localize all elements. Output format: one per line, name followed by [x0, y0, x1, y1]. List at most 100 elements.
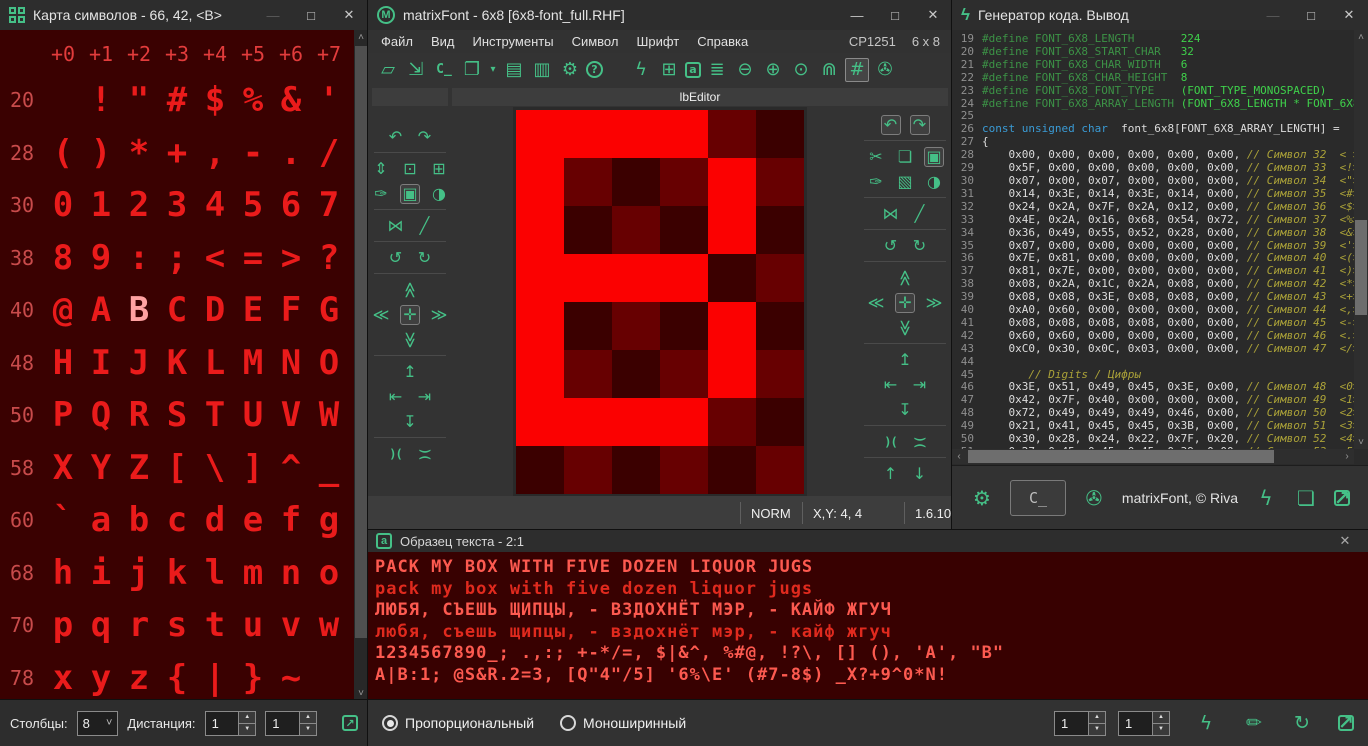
stepper-down-icon[interactable]: ▼ — [1089, 724, 1105, 735]
invert-icon[interactable]: ◑ — [429, 184, 449, 204]
edit-sample-pencil-icon[interactable]: ✏ — [1242, 711, 1266, 735]
charmap-cell[interactable]: ^ — [272, 451, 310, 485]
charmap-cell[interactable]: % — [234, 83, 272, 117]
move-icon[interactable]: ✛ — [895, 293, 915, 313]
charmap-cell[interactable]: x — [44, 661, 82, 695]
close-button[interactable]: ✕ — [914, 0, 952, 30]
close-button[interactable]: ✕ — [330, 0, 368, 30]
export-code-icon[interactable]: ↗ — [1334, 490, 1350, 506]
charmap-cell[interactable]: 7 — [310, 188, 348, 222]
charmap-cell[interactable]: n — [272, 556, 310, 590]
charmap-cell[interactable]: f — [272, 503, 310, 537]
pixel-cell[interactable] — [516, 350, 564, 398]
charmap-cell[interactable]: ~ — [272, 661, 310, 695]
snap-right-icon[interactable]: ⇥ — [415, 387, 435, 407]
charmap-cell[interactable]: Y — [82, 451, 120, 485]
pixel-cell[interactable] — [756, 446, 804, 494]
charmap-cell[interactable]: @ — [44, 293, 82, 327]
charmap-cell[interactable]: O — [310, 346, 348, 380]
shift-down-chevron-icon[interactable]: ≫ — [400, 330, 420, 350]
stepper-up-icon[interactable]: ▲ — [1089, 712, 1105, 724]
charmap-cell[interactable]: 4 — [196, 188, 234, 222]
pixel-cell[interactable] — [612, 158, 660, 206]
charmap-cell[interactable]: [ — [158, 451, 196, 485]
pixel-cell[interactable] — [516, 398, 564, 446]
pixel-cell[interactable] — [660, 446, 708, 494]
charmap-cell[interactable]: k — [158, 556, 196, 590]
grid-toggle-icon[interactable]: # — [845, 58, 869, 82]
charmap-cell[interactable]: W — [310, 398, 348, 432]
pixel-cell[interactable] — [564, 206, 612, 254]
center-vertical-icon[interactable]: )( — [415, 444, 435, 464]
snap-top-icon[interactable]: ↥ — [400, 362, 420, 382]
charmap-cell[interactable]: 8 — [44, 241, 82, 275]
charmap-cell[interactable]: > — [272, 241, 310, 275]
pixel-cell[interactable] — [564, 446, 612, 494]
charmap-cell[interactable]: , — [196, 136, 234, 170]
pixel-cell[interactable] — [708, 158, 756, 206]
distance-x-stepper[interactable]: 1 ▲▼ — [205, 711, 257, 736]
pixel-cell[interactable] — [708, 254, 756, 302]
charmap-cell[interactable]: F — [272, 293, 310, 327]
scroll-down-icon[interactable]: ˅ — [354, 686, 368, 700]
monospaced-radio[interactable] — [560, 715, 576, 731]
snap-bottom-icon[interactable]: ↧ — [400, 412, 420, 432]
charmap-cell[interactable]: v — [272, 608, 310, 642]
charmap-cell[interactable]: P — [44, 398, 82, 432]
pixel-cell[interactable] — [708, 446, 756, 494]
pixel-cell[interactable] — [564, 302, 612, 350]
scroll-left-icon[interactable]: ‹ — [952, 449, 966, 463]
pixel-cell[interactable] — [708, 398, 756, 446]
shift-right-chevron-icon[interactable]: ≫ — [924, 293, 944, 313]
maximize-button[interactable]: □ — [1292, 0, 1330, 30]
charmap-cell[interactable]: _ — [310, 451, 348, 485]
charmap-cell[interactable]: 2 — [120, 188, 158, 222]
charmap-cell[interactable]: ` — [44, 503, 82, 537]
charmap-cell[interactable]: X — [44, 451, 82, 485]
export-charmap-icon[interactable]: ↗ — [342, 715, 358, 731]
charmap-cell[interactable]: ? — [310, 241, 348, 275]
charmap-cell[interactable]: e — [234, 503, 272, 537]
charmap-cell[interactable]: 9 — [82, 241, 120, 275]
charmap-cell[interactable]: ( — [44, 136, 82, 170]
char-next-icon[interactable]: ↓ — [910, 464, 930, 484]
charmap-cell[interactable]: T — [196, 398, 234, 432]
minimize-button[interactable]: — — [1254, 0, 1292, 30]
help-icon[interactable]: ? — [586, 61, 603, 78]
charmap-toggle-icon[interactable]: ⊞ — [657, 58, 681, 82]
charmap-cell[interactable]: ! — [82, 83, 120, 117]
charmap-cell[interactable]: A — [82, 293, 120, 327]
charmap-cell[interactable]: B — [120, 293, 158, 327]
shift-down-chevron-icon[interactable]: ≫ — [895, 318, 915, 338]
charmap-cell[interactable]: } — [234, 661, 272, 695]
proportional-radio[interactable] — [382, 715, 398, 731]
charmap-cell[interactable]: j — [120, 556, 158, 590]
zoom-reset-icon[interactable]: ⊙ — [789, 58, 813, 82]
charmap-scrollbar-thumb[interactable] — [355, 46, 367, 638]
redo-icon[interactable]: ↷ — [910, 115, 930, 135]
pixel-cell[interactable] — [612, 350, 660, 398]
pixel-cell[interactable] — [612, 254, 660, 302]
charmap-cell[interactable]: 6 — [272, 188, 310, 222]
charmap-cell[interactable]: b — [120, 503, 158, 537]
charmap-cell[interactable]: t — [196, 608, 234, 642]
code-horizontal-scrollbar[interactable]: ‹ › — [952, 449, 1354, 464]
stepper-down-icon[interactable]: ▼ — [239, 724, 255, 735]
pixel-cell[interactable] — [756, 302, 804, 350]
pixel-cell[interactable] — [660, 398, 708, 446]
pixel-cell[interactable] — [516, 254, 564, 302]
charmap-cell[interactable]: $ — [196, 83, 234, 117]
log-toggle-icon[interactable]: ≣ — [705, 58, 729, 82]
snap-bottom-icon[interactable]: ↧ — [895, 400, 915, 420]
charmap-cell[interactable]: L — [196, 346, 234, 380]
pixel-cell[interactable] — [708, 350, 756, 398]
charmap-cell[interactable]: 5 — [234, 188, 272, 222]
charmap-cell[interactable]: ' — [310, 83, 348, 117]
skew-icon[interactable]: ╱ — [415, 216, 435, 236]
charmap-cell[interactable]: E — [234, 293, 272, 327]
charmap-cell[interactable]: < — [196, 241, 234, 275]
pixel-cell[interactable] — [516, 206, 564, 254]
pixel-cell[interactable] — [708, 206, 756, 254]
stepper-down-icon[interactable]: ▼ — [1153, 724, 1169, 735]
cut-icon[interactable]: ✂ — [866, 147, 886, 167]
